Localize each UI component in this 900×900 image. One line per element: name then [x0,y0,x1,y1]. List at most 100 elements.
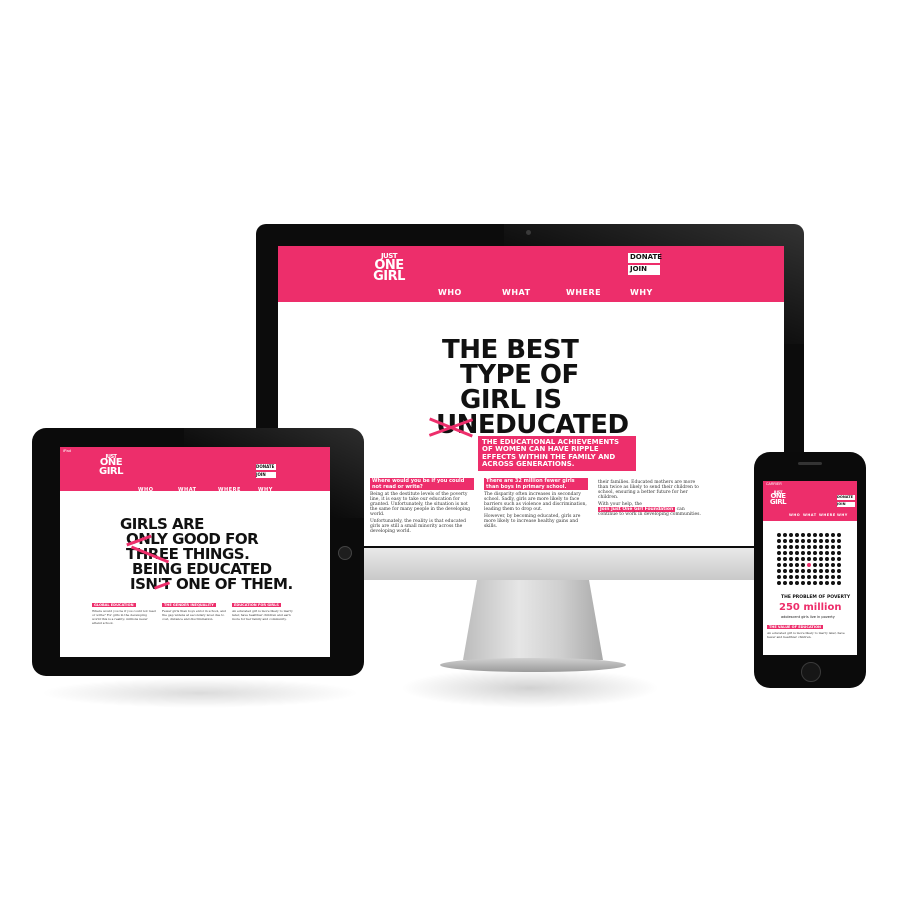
donate-button[interactable]: DONATE [628,253,662,263]
grid-dot [825,539,829,543]
grid-dot [783,557,787,561]
grid-dot [795,545,799,549]
grid-dot [783,545,787,549]
grid-dot [837,563,841,567]
grid-dot [813,545,817,549]
grid-dot [801,539,805,543]
grid-dot [789,575,793,579]
grid-dot [825,551,829,555]
tablet-home-button[interactable] [338,546,352,560]
join-button[interactable]: JOIN [628,265,660,275]
grid-dot [813,575,817,579]
grid-dot [807,551,811,555]
grid-dot [837,575,841,579]
grid-dot [825,545,829,549]
status-bar: iPad [63,448,72,453]
section-heading: THE VALUE OF EDUCATION [767,625,823,629]
grid-dot [795,551,799,555]
grid-dot [777,575,781,579]
grid-dot [825,569,829,573]
join-button[interactable]: JOIN [256,472,276,478]
dot-grid [777,533,841,585]
grid-dot [801,575,805,579]
donate-button[interactable]: DONATE [837,495,855,500]
grid-dot [837,557,841,561]
grid-dot [789,545,793,549]
nav-what[interactable]: WHAT [178,487,197,493]
nav-why[interactable]: WHY [837,513,848,517]
content-column-1: GLOBAL EDUCATION Where would you be if y… [92,603,156,625]
join-button[interactable]: JOIN [837,502,855,507]
grid-dot [783,551,787,555]
grid-dot [807,563,811,567]
site-logo[interactable]: JUST ONE GIRL [767,490,789,506]
grid-dot [801,551,805,555]
grid-dot [777,539,781,543]
grid-dot [819,551,823,555]
grid-dot [783,575,787,579]
grid-dot [795,569,799,573]
nav-who[interactable]: WHO [138,487,153,493]
grid-dot [819,533,823,537]
grid-dot [783,533,787,537]
content-column-1: Where would you be if you could not read… [370,478,474,534]
donate-button[interactable]: DONATE [256,464,276,470]
grid-dot [795,533,799,537]
grid-dot [813,533,817,537]
grid-dot [831,551,835,555]
tablet-shadow [40,678,360,708]
hero-line-3: GIRL IS [460,385,562,415]
grid-dot [777,563,781,567]
column-heading: GLOBAL EDUCATION [92,603,136,607]
phone-screen: CARRIER JUST ONE GIRL DONATE JOIN WHO WH… [763,481,857,655]
grid-dot [801,569,805,573]
grid-dot [801,545,805,549]
grid-dot [801,563,805,567]
grid-dot [801,533,805,537]
grid-dot [819,539,823,543]
grid-dot [819,563,823,567]
poverty-caption: THE PROBLEM OF POVERTY [781,595,851,600]
grid-dot [795,581,799,585]
grid-dot [777,569,781,573]
nav-where[interactable]: WHERE [566,288,601,297]
grid-dot [819,575,823,579]
content-section: THE VALUE OF EDUCATION An educated girl … [767,625,845,639]
monitor-base [440,658,626,672]
nav-who[interactable]: WHO [438,288,462,297]
hero-line-2: TYPE OF [460,360,579,390]
grid-dot [783,581,787,585]
grid-dot [831,575,835,579]
grid-dot [789,581,793,585]
grid-dot [789,539,793,543]
grid-dot [801,581,805,585]
site-logo[interactable]: JUST ONE GIRL [96,454,126,476]
nav-who[interactable]: WHO [789,513,800,517]
nav-what[interactable]: WHAT [803,513,817,517]
grid-dot [795,563,799,567]
grid-dot [795,539,799,543]
phone-home-button[interactable] [801,662,821,682]
nav-why[interactable]: WHY [630,288,653,297]
grid-dot [789,563,793,567]
grid-dot [795,557,799,561]
grid-dot [807,575,811,579]
nav-what[interactable]: WHAT [502,288,531,297]
grid-dot [807,581,811,585]
grid-dot [807,557,811,561]
grid-dot [777,533,781,537]
nav-why[interactable]: WHY [258,487,273,493]
column-heading: Where would you be if you could not read… [370,478,474,490]
grid-dot [837,569,841,573]
grid-dot [807,545,811,549]
grid-dot [813,569,817,573]
grid-dot [783,563,787,567]
nav-where[interactable]: WHERE [819,513,836,517]
content-column-2: THE GENDER INEQUALITY Fewer girls than b… [162,603,226,621]
grid-dot [789,551,793,555]
nav-where[interactable]: WHERE [218,487,241,493]
site-logo[interactable]: JUST ONE GIRL [368,253,410,283]
grid-dot [813,551,817,555]
grid-dot [813,581,817,585]
column-heading: EDUCATION FOR GIRLS [232,603,281,607]
